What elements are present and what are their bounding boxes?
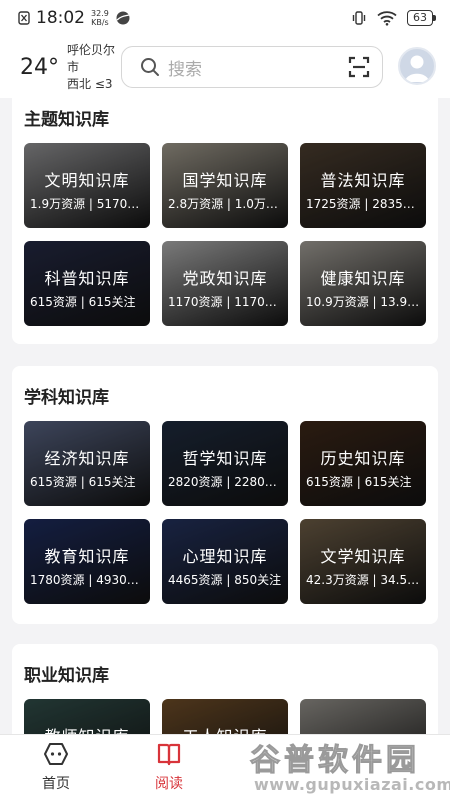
card-worker[interactable]: 工人知识库	[162, 699, 288, 734]
network-speed: 32.9 KB/s	[91, 9, 109, 27]
card-title: 心理知识库	[182, 547, 268, 566]
card-stats: 10.9万资源 | 13.9…	[306, 295, 420, 309]
card-stats: 1.9万资源 | 5170…	[30, 197, 140, 211]
card-title: 历史知识库	[320, 449, 406, 468]
card-title: 国学知识库	[182, 171, 268, 190]
location-info: 呼伦贝尔市 西北 ≤3	[67, 42, 126, 93]
wind-info: 西北 ≤3	[67, 76, 113, 91]
clock: 18:02	[36, 8, 85, 28]
book-icon	[157, 743, 181, 766]
card-stats: 615资源 | 615关注	[30, 475, 136, 489]
card-stats: 615资源 | 615关注	[306, 475, 412, 489]
card-career-third[interactable]	[300, 699, 426, 734]
card-science[interactable]: 科普知识库 615资源 | 615关注	[24, 241, 150, 326]
card-stats: 1170资源 | 1170关注	[168, 295, 286, 309]
card-title: 工人知识库	[162, 723, 288, 734]
card-title: 教育知识库	[44, 547, 130, 566]
card-stats: 1780资源 | 4930…	[30, 573, 139, 587]
card-title: 普法知识库	[320, 171, 406, 190]
scan-icon[interactable]	[348, 56, 370, 78]
card-image-overlay	[300, 699, 426, 734]
section-title-subject: 学科知识库	[24, 388, 109, 408]
card-title: 教师知识库	[24, 723, 150, 734]
card-psychology[interactable]: 心理知识库 4465资源 | 850关注	[162, 519, 288, 604]
vibrate-icon	[352, 11, 366, 25]
knowledge-content[interactable]: 主题知识库 文明知识库 1.9万资源 | 5170… 国学知识库 2.8万资源 …	[0, 98, 450, 734]
card-title: 经济知识库	[44, 449, 130, 468]
search-icon	[141, 58, 159, 76]
card-stats: 4465资源 | 850关注	[168, 573, 282, 587]
search-placeholder: 搜索	[168, 59, 202, 80]
card-stats: 615资源 | 615关注	[30, 295, 136, 309]
section-title-theme: 主题知识库	[24, 110, 109, 130]
wifi-icon	[377, 11, 397, 26]
city-name: 呼伦贝尔市	[67, 42, 116, 74]
search-bar[interactable]: 搜索	[121, 46, 383, 88]
card-title: 文学知识库	[320, 547, 406, 566]
watermark-title: 谷普软件园	[250, 743, 420, 779]
card-stats: 2.8万资源 | 1.0万…	[168, 197, 278, 211]
battery-indicator: 63	[407, 10, 436, 26]
card-stats: 2820资源 | 2280…	[168, 475, 277, 489]
card-history[interactable]: 历史知识库 615资源 | 615关注	[300, 421, 426, 506]
nav-home-label: 首页	[42, 776, 70, 792]
watermark: 谷普软件园 www.gupuxiazai.com	[248, 735, 450, 797]
card-education[interactable]: 教育知识库 1780资源 | 4930…	[24, 519, 150, 604]
top-header: 24° 呼伦贝尔市 西北 ≤3 搜索	[0, 36, 450, 98]
nav-read-label: 阅读	[155, 776, 183, 792]
card-title: 党政知识库	[182, 269, 268, 288]
card-chinese-studies[interactable]: 国学知识库 2.8万资源 | 1.0万…	[162, 143, 288, 228]
notification-icon	[18, 11, 30, 25]
status-bar: 18:02 32.9 KB/s 63	[0, 0, 450, 36]
card-title: 科普知识库	[44, 269, 130, 288]
card-title: 健康知识库	[320, 269, 406, 288]
battery-level: 63	[407, 10, 433, 26]
card-title: 哲学知识库	[182, 449, 268, 468]
card-philosophy[interactable]: 哲学知识库 2820资源 | 2280…	[162, 421, 288, 506]
nav-home[interactable]: 首页	[26, 741, 86, 793]
avatar[interactable]	[398, 47, 436, 85]
user-icon	[405, 55, 429, 82]
card-literature[interactable]: 文学知识库 42.3万资源 | 34.5…	[300, 519, 426, 604]
card-stats: 42.3万资源 | 34.5…	[306, 573, 420, 587]
card-economics[interactable]: 经济知识库 615资源 | 615关注	[24, 421, 150, 506]
watermark-url: www.gupuxiazai.com	[254, 775, 450, 794]
card-title: 文明知识库	[44, 171, 130, 190]
weather-widget[interactable]: 24° 呼伦贝尔市 西北 ≤3	[20, 42, 126, 93]
card-law[interactable]: 普法知识库 1725资源 | 2835…	[300, 143, 426, 228]
nav-read[interactable]: 阅读	[139, 741, 199, 793]
temperature: 24°	[20, 54, 59, 80]
card-party-politics[interactable]: 党政知识库 1170资源 | 1170关注	[162, 241, 288, 326]
planet-icon	[116, 11, 130, 25]
section-title-career: 职业知识库	[24, 666, 109, 686]
card-health[interactable]: 健康知识库 10.9万资源 | 13.9…	[300, 241, 426, 326]
card-stats: 1725资源 | 2835…	[306, 197, 415, 211]
card-teacher[interactable]: 教师知识库	[24, 699, 150, 734]
home-icon	[44, 743, 68, 765]
battery-tip	[433, 15, 436, 21]
card-civilization[interactable]: 文明知识库 1.9万资源 | 5170…	[24, 143, 150, 228]
